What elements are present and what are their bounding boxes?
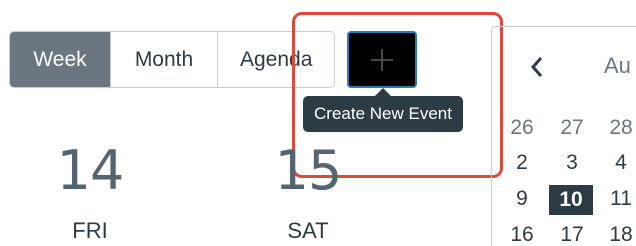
mini-calendar-month-label: Au	[604, 53, 631, 78]
mini-calendar-day[interactable]: 28	[606, 113, 636, 143]
day-column-sat: 15 SAT	[268, 144, 348, 244]
day-name: FRI	[72, 218, 108, 243]
mini-calendar-day[interactable]: 16	[507, 220, 537, 246]
mini-calendar-day[interactable]: 9	[507, 184, 537, 214]
calendar-header: Week Month Agenda Create New Event 14 FR…	[0, 0, 636, 246]
day-number: 14	[56, 139, 125, 202]
mini-calendar-day[interactable]: 26	[507, 113, 537, 143]
mini-calendar-day[interactable]: 18	[606, 220, 636, 246]
month-view-button[interactable]: Month	[111, 32, 218, 87]
mini-calendar-day[interactable]: 4	[606, 148, 636, 178]
mini-calendar-day[interactable]: 3	[557, 148, 587, 178]
day-name: SAT	[287, 218, 329, 243]
mini-calendar-day[interactable]: 11	[606, 184, 636, 214]
day-column-fri: 14 FRI	[50, 144, 130, 244]
chevron-left-icon[interactable]	[527, 54, 547, 80]
mini-calendar-day[interactable]: 17	[557, 220, 587, 246]
week-view-button[interactable]: Week	[10, 32, 111, 87]
day-number: 15	[274, 139, 343, 202]
mini-calendar-day[interactable]: 2	[507, 148, 537, 178]
mini-calendar-today[interactable]: 10	[549, 185, 593, 215]
view-toggle-group: Week Month Agenda	[9, 31, 335, 88]
mini-calendar-day[interactable]: 27	[557, 113, 587, 143]
